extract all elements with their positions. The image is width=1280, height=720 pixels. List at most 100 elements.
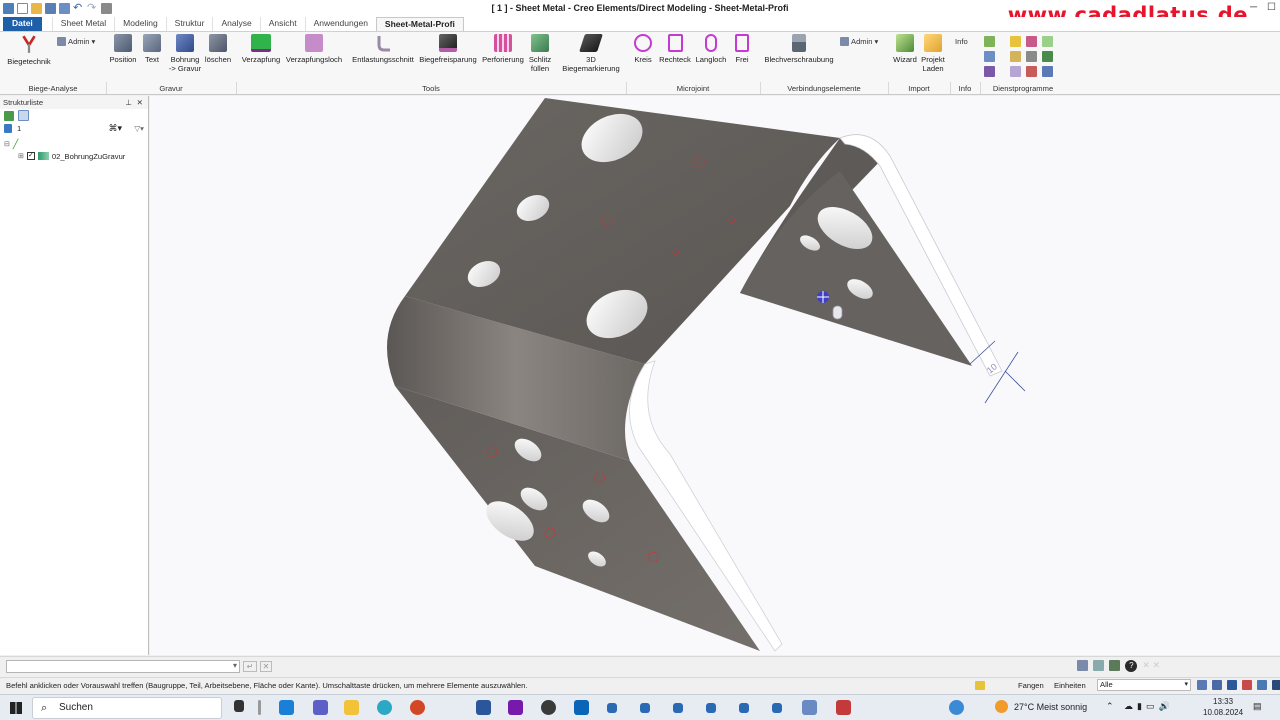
tab-modeling[interactable]: Modeling	[114, 17, 166, 31]
cancel-icon[interactable]: ✕	[260, 661, 272, 672]
weather-icon[interactable]	[995, 700, 1008, 713]
notification-icon[interactable]: ▤	[1253, 701, 1262, 712]
expand-window-icon[interactable]	[1257, 680, 1267, 690]
app-window-icon[interactable]	[772, 703, 782, 713]
close-icon[interactable]: ✕	[137, 96, 143, 109]
weather-text[interactable]: 27°C Meist sonnig	[1014, 702, 1087, 712]
clock-time[interactable]: 13:33	[1213, 697, 1233, 706]
alert-icon[interactable]	[1242, 680, 1252, 690]
verzapfungsloch-button[interactable]: Verzapfungsloch	[284, 34, 344, 64]
perforierung-button[interactable]: Perforierung	[480, 34, 526, 64]
tab-struktur[interactable]: Struktur	[165, 17, 213, 31]
axes-icon[interactable]	[1093, 660, 1105, 671]
app-icon[interactable]	[836, 700, 851, 715]
edge-icon[interactable]	[377, 700, 392, 715]
text-button[interactable]: Text	[141, 34, 163, 64]
info-button[interactable]: Info	[955, 37, 968, 46]
langloch-button[interactable]: Langloch	[694, 34, 728, 64]
warning-icon[interactable]	[975, 681, 985, 690]
verzapfung-button[interactable]: Verzapfung	[240, 34, 282, 64]
network-icon[interactable]	[1109, 660, 1121, 671]
tree-view-icon[interactable]	[4, 110, 14, 121]
pin-icon[interactable]: ⊥	[125, 96, 132, 109]
tab-datei[interactable]: Datei	[3, 17, 42, 31]
einheiten-label[interactable]: Einheiten	[1054, 681, 1086, 690]
enter-icon[interactable]: ↵	[243, 661, 257, 672]
widgets-icon[interactable]	[258, 700, 261, 715]
explorer-icon[interactable]	[344, 700, 359, 715]
rectangle-select-icon[interactable]	[1042, 36, 1053, 47]
bohrung-gravur-button[interactable]: Bohrung -> Gravur	[168, 34, 202, 73]
task-view-icon[interactable]	[234, 700, 244, 712]
wizard-button[interactable]: Wizard	[892, 34, 918, 64]
frei-button[interactable]: Frei	[732, 34, 752, 64]
creo-taskbar-icon[interactable]	[802, 700, 817, 715]
help-icon[interactable]: ?	[1125, 660, 1138, 672]
biegefreisparung-button[interactable]: Biegefreisparung	[418, 34, 478, 64]
app-window-icon[interactable]	[607, 703, 617, 713]
taskbar-search[interactable]: ⌕ Suchen	[32, 697, 222, 719]
tray-chevron-icon[interactable]: ⌃	[1106, 701, 1114, 712]
wrench-icon[interactable]	[1026, 51, 1037, 62]
print-icon[interactable]	[1212, 680, 1222, 690]
binoculars-icon[interactable]: ⌘▾	[108, 123, 122, 134]
app-icon[interactable]	[541, 700, 556, 715]
table-icon[interactable]	[1010, 51, 1021, 62]
tab-analyse[interactable]: Analyse	[212, 17, 259, 31]
word-icon[interactable]	[476, 700, 491, 715]
app-window-icon[interactable]	[673, 703, 683, 713]
close-icon[interactable]: ✕ ✕	[1142, 660, 1160, 672]
tab-sheet-metal-profi[interactable]: Sheet-Metal-Profi	[375, 17, 464, 31]
tree-item-part[interactable]: ⊞ ✓ 02_BohrungZuGravur	[4, 150, 148, 162]
schlitz-fuellen-button[interactable]: Schlitz füllen	[527, 34, 553, 73]
tab-ansicht[interactable]: Ansicht	[259, 17, 305, 31]
app-window-icon[interactable]	[706, 703, 716, 713]
fangen-label[interactable]: Fangen	[1018, 681, 1044, 690]
store-icon[interactable]	[279, 700, 294, 715]
cut-icon[interactable]	[1010, 66, 1021, 77]
view-icon[interactable]	[1077, 660, 1089, 671]
tab-anwendungen[interactable]: Anwendungen	[304, 17, 376, 31]
teams-icon[interactable]	[313, 700, 328, 715]
loeschen-button[interactable]: löschen	[203, 34, 233, 64]
biegetechnik-button[interactable]: Biegetechnik	[6, 34, 52, 66]
window-icon[interactable]	[1227, 680, 1237, 690]
selection-filter-select[interactable]: Alle ▾	[1097, 679, 1191, 691]
command-input[interactable]: ▾	[6, 660, 240, 673]
projekt-laden-button[interactable]: Projekt Laden	[919, 34, 947, 73]
layout-icon[interactable]	[1197, 680, 1207, 690]
admin-dropdown-left[interactable]: Admin ▾	[57, 37, 95, 46]
position-button[interactable]: Position	[107, 34, 139, 64]
tray-icons[interactable]: ☁▮▭🔊	[1124, 701, 1174, 712]
line-tool-icon[interactable]	[984, 36, 995, 47]
grid-icon[interactable]	[1042, 66, 1053, 77]
export-icon[interactable]	[1042, 51, 1053, 62]
onenote-icon[interactable]	[508, 700, 523, 715]
play-icon[interactable]	[1010, 36, 1021, 47]
app-window-icon[interactable]	[739, 703, 749, 713]
windows-start-icon[interactable]	[10, 702, 22, 714]
admin-dropdown-right[interactable]: Admin ▾	[840, 37, 878, 46]
maximize-icon[interactable]: ☐	[1267, 2, 1276, 13]
rechteck-button[interactable]: Rechteck	[657, 34, 693, 64]
entlastungsschnitt-button[interactable]: Entlastungsschnitt	[350, 34, 416, 64]
graphics-viewport[interactable]: 10	[150, 96, 1280, 655]
tree-root[interactable]: ⊟ ╱	[4, 138, 148, 150]
chevron-down-icon[interactable]: ▾	[233, 661, 237, 670]
tab-sheet-metal[interactable]: Sheet Metal	[51, 17, 114, 31]
powerpoint-icon[interactable]	[410, 700, 425, 715]
app-window-icon[interactable]	[640, 703, 650, 713]
collapse-icon[interactable]: ⊟	[4, 140, 10, 148]
kreis-button[interactable]: Kreis	[632, 34, 654, 64]
minimize-icon[interactable]: ─	[1250, 2, 1257, 13]
sheet-metal-model[interactable]: 10	[150, 96, 1280, 655]
settings-icon[interactable]	[1026, 66, 1037, 77]
list-view-icon[interactable]	[18, 110, 29, 121]
mirror-icon[interactable]	[1026, 36, 1037, 47]
clipboard-icon[interactable]	[984, 66, 995, 77]
network-status-icon[interactable]	[949, 700, 964, 715]
maximize-view-icon[interactable]	[1272, 680, 1280, 690]
measure-icon[interactable]	[984, 51, 995, 62]
filter-icon[interactable]: ▽▾	[134, 124, 144, 133]
clock-date[interactable]: 10.08.2024	[1203, 708, 1243, 717]
